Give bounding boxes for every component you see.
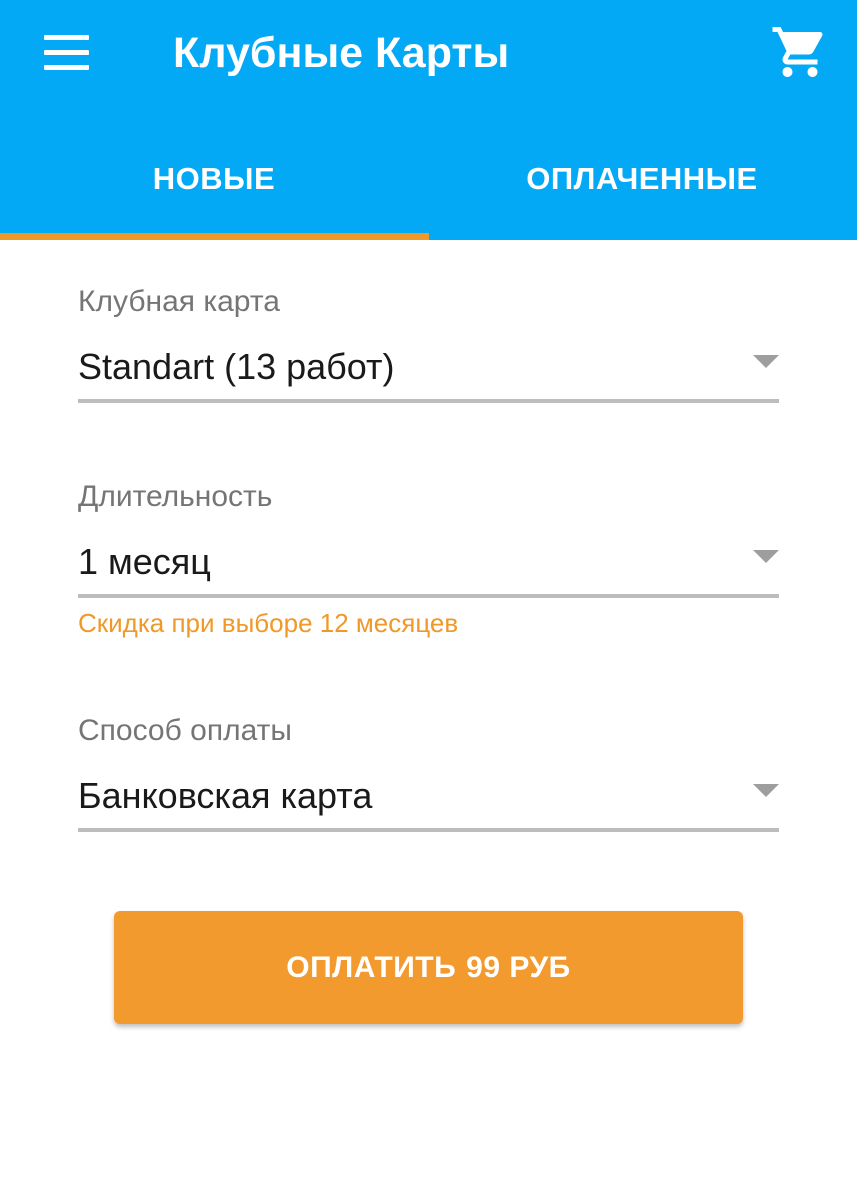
select-underline bbox=[78, 399, 779, 403]
club-card-value: Standart (13 работ) bbox=[78, 346, 395, 387]
pay-button-amount: 99 РУБ bbox=[466, 950, 571, 984]
payment-method-select[interactable]: Банковская карта bbox=[78, 770, 779, 832]
tab-bar: НОВЫЕ ОПЛАЧЕННЫЕ bbox=[0, 118, 857, 240]
tab-new[interactable]: НОВЫЕ bbox=[0, 118, 428, 240]
dropdown-arrow-icon bbox=[753, 550, 779, 563]
select-underline bbox=[78, 594, 779, 598]
club-card-select[interactable]: Standart (13 работ) bbox=[78, 341, 779, 403]
payment-method-value: Банковская карта bbox=[78, 775, 373, 816]
club-card-label: Клубная карта bbox=[78, 285, 280, 318]
duration-value: 1 месяц bbox=[78, 541, 211, 582]
dropdown-arrow-icon bbox=[753, 784, 779, 797]
discount-hint: Скидка при выборе 12 месяцев bbox=[78, 608, 459, 638]
select-underline bbox=[78, 828, 779, 832]
shopping-cart-icon[interactable] bbox=[770, 22, 830, 82]
hamburger-menu-icon[interactable] bbox=[30, 25, 102, 81]
duration-label: Длительность bbox=[78, 480, 273, 513]
dropdown-arrow-icon bbox=[753, 355, 779, 368]
pay-button[interactable]: ОПЛАТИТЬ 99 РУБ bbox=[114, 911, 743, 1024]
pay-button-label: ОПЛАТИТЬ bbox=[286, 950, 457, 984]
app-bar: Клубные Карты bbox=[0, 0, 857, 118]
tab-paid[interactable]: ОПЛАЧЕННЫЕ bbox=[428, 118, 856, 240]
duration-select[interactable]: 1 месяц bbox=[78, 536, 779, 598]
payment-method-label: Способ оплаты bbox=[78, 714, 292, 747]
page-title: Клубные Карты bbox=[173, 29, 510, 77]
tab-selected-indicator bbox=[0, 233, 429, 240]
